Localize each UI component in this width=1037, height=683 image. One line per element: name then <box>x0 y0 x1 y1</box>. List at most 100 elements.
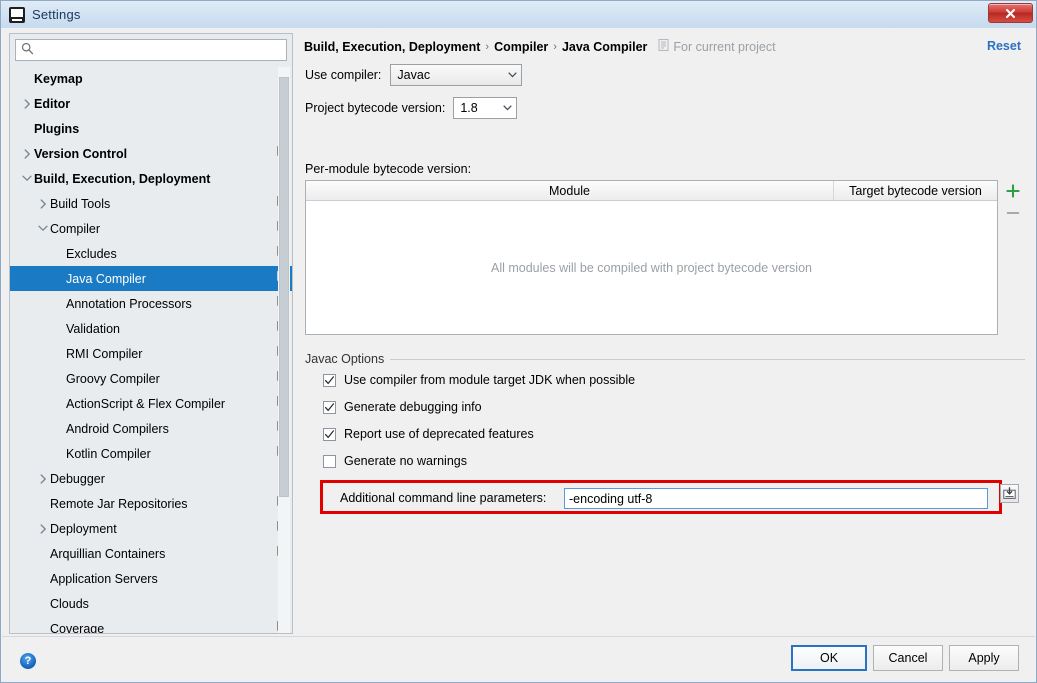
chevron-down-icon[interactable] <box>20 175 34 182</box>
chevron-down-icon[interactable] <box>36 225 50 232</box>
checkbox-label: Use compiler from module target JDK when… <box>344 373 636 387</box>
sidebar-item-label: Arquillian Containers <box>50 546 166 561</box>
project-bytecode-row: Project bytecode version: 1.8 <box>305 97 518 119</box>
sidebar-item-arquillian-containers[interactable]: Arquillian Containers <box>10 541 292 566</box>
sidebar-item-coverage[interactable]: Coverage <box>10 616 292 633</box>
breadcrumb-item-0[interactable]: Build, Execution, Deployment <box>304 40 480 54</box>
sidebar-item-rmi-compiler[interactable]: RMI Compiler <box>10 341 292 366</box>
breadcrumb-item-1[interactable]: Compiler <box>494 40 548 54</box>
use-compiler-select[interactable]: Javac <box>390 64 523 86</box>
sidebar-item-label: RMI Compiler <box>66 346 143 361</box>
chevron-right-icon[interactable] <box>36 523 50 534</box>
sidebar-item-label: Build, Execution, Deployment <box>34 171 211 186</box>
chevron-down-icon <box>503 72 521 78</box>
minus-icon <box>1006 212 1020 214</box>
checkbox-label: Generate debugging info <box>344 400 482 414</box>
apply-button[interactable]: Apply <box>949 645 1019 671</box>
sidebar-item-label: Remote Jar Repositories <box>50 496 188 511</box>
checkbox-use-module-jdk[interactable]: Use compiler from module target JDK when… <box>323 373 635 387</box>
sidebar-item-keymap[interactable]: Keymap <box>10 66 292 91</box>
use-compiler-value: Javac <box>397 68 431 82</box>
window-title: Settings <box>32 7 81 22</box>
sidebar-item-label: Clouds <box>50 596 89 611</box>
sidebar-item-label: Debugger <box>50 471 105 486</box>
scope-indicator: For current project <box>658 39 776 54</box>
settings-dialog: Settings Keymap Editor Plugins Version Cont… <box>0 0 1037 683</box>
sidebar-item-label: Deployment <box>50 521 117 536</box>
checkbox-box[interactable] <box>323 373 336 387</box>
table-toolbar <box>1002 180 1026 224</box>
remove-module-button[interactable] <box>1002 202 1024 224</box>
help-button[interactable]: ? <box>20 653 36 669</box>
sidebar-item-clouds[interactable]: Clouds <box>10 591 292 616</box>
sidebar-item-build-tools[interactable]: Build Tools <box>10 191 292 216</box>
sidebar-item-label: Version Control <box>34 146 128 161</box>
additional-params-highlight: Additional command line parameters: <box>320 480 1002 514</box>
sidebar-item-groovy-compiler[interactable]: Groovy Compiler <box>10 366 292 391</box>
sidebar-item-compiler[interactable]: Compiler <box>10 216 292 241</box>
chevron-right-icon[interactable] <box>36 198 50 209</box>
sidebar-item-label: Android Compilers <box>66 421 169 436</box>
column-header-module[interactable]: Module <box>306 181 834 200</box>
sidebar-item-application-servers[interactable]: Application Servers <box>10 566 292 591</box>
search-field[interactable] <box>15 39 287 61</box>
sidebar-item-annotation-processors[interactable]: Annotation Processors <box>10 291 292 316</box>
settings-sidebar: Keymap Editor Plugins Version Control Build,… <box>9 33 293 634</box>
close-button[interactable] <box>988 3 1033 23</box>
close-icon <box>1005 8 1016 18</box>
sidebar-item-build-execution-deployment[interactable]: Build, Execution, Deployment <box>10 166 292 191</box>
checkbox-generate-debugging-info[interactable]: Generate debugging info <box>323 400 482 414</box>
sidebar-item-label: Annotation Processors <box>66 296 192 311</box>
add-module-button[interactable] <box>1002 180 1024 202</box>
additional-params-input[interactable] <box>564 488 988 509</box>
sidebar-item-editor[interactable]: Editor <box>10 91 292 116</box>
insert-macro-button[interactable] <box>1000 484 1019 503</box>
use-compiler-label: Use compiler: <box>305 68 382 82</box>
sidebar-item-deployment[interactable]: Deployment <box>10 516 292 541</box>
checkbox-box[interactable] <box>323 400 336 414</box>
breadcrumb: Build, Execution, Deployment › Compiler … <box>304 39 776 54</box>
table-header: Module Target bytecode version <box>306 181 997 201</box>
sidebar-scrollbar-thumb[interactable] <box>279 77 289 497</box>
checkbox-box[interactable] <box>323 454 336 468</box>
reset-link[interactable]: Reset <box>987 39 1021 53</box>
java-compiler-panel: Build, Execution, Deployment › Compiler … <box>298 33 1029 634</box>
settings-tree: Keymap Editor Plugins Version Control Build,… <box>10 66 292 633</box>
sidebar-item-kotlin-compiler[interactable]: Kotlin Compiler <box>10 441 292 466</box>
project-bytecode-value: 1.8 <box>460 101 478 115</box>
check-icon <box>324 429 335 438</box>
sidebar-item-actionscript-flex-compiler[interactable]: ActionScript & Flex Compiler <box>10 391 292 416</box>
checkbox-label: Generate no warnings <box>344 454 467 468</box>
ok-button[interactable]: OK <box>791 645 867 671</box>
table-empty-text: All modules will be compiled with projec… <box>491 260 812 275</box>
chevron-right-icon[interactable] <box>20 98 34 109</box>
breadcrumb-separator-1: › <box>553 40 557 53</box>
sidebar-item-label: Editor <box>34 96 71 111</box>
sidebar-item-label: Keymap <box>34 71 83 86</box>
project-bytecode-select[interactable]: 1.8 <box>453 97 518 119</box>
chevron-right-icon[interactable] <box>20 148 34 159</box>
sidebar-item-validation[interactable]: Validation <box>10 316 292 341</box>
sidebar-item-plugins[interactable]: Plugins <box>10 116 292 141</box>
group-divider <box>305 359 1025 360</box>
column-header-target-bytecode[interactable]: Target bytecode version <box>834 181 997 200</box>
sidebar-item-excludes[interactable]: Excludes <box>10 241 292 266</box>
search-input[interactable] <box>38 41 286 59</box>
per-module-label: Per-module bytecode version: <box>305 162 472 176</box>
sidebar-item-version-control[interactable]: Version Control <box>10 141 292 166</box>
sidebar-scrollbar[interactable] <box>278 67 290 633</box>
intellij-idea-icon <box>9 6 25 23</box>
scope-label: For current project <box>673 39 776 54</box>
cancel-button[interactable]: Cancel <box>873 645 943 671</box>
sidebar-item-debugger[interactable]: Debugger <box>10 466 292 491</box>
checkbox-report-deprecated[interactable]: Report use of deprecated features <box>323 427 534 441</box>
sidebar-item-android-compilers[interactable]: Android Compilers <box>10 416 292 441</box>
sidebar-item-label: Excludes <box>66 246 117 261</box>
use-compiler-row: Use compiler: Javac <box>305 64 523 86</box>
chevron-right-icon[interactable] <box>36 473 50 484</box>
checkbox-generate-no-warnings[interactable]: Generate no warnings <box>323 454 467 468</box>
checkbox-box[interactable] <box>323 427 336 441</box>
sidebar-item-label: ActionScript & Flex Compiler <box>66 396 226 411</box>
sidebar-item-remote-jar-repositories[interactable]: Remote Jar Repositories <box>10 491 292 516</box>
sidebar-item-java-compiler[interactable]: Java Compiler <box>10 266 292 291</box>
